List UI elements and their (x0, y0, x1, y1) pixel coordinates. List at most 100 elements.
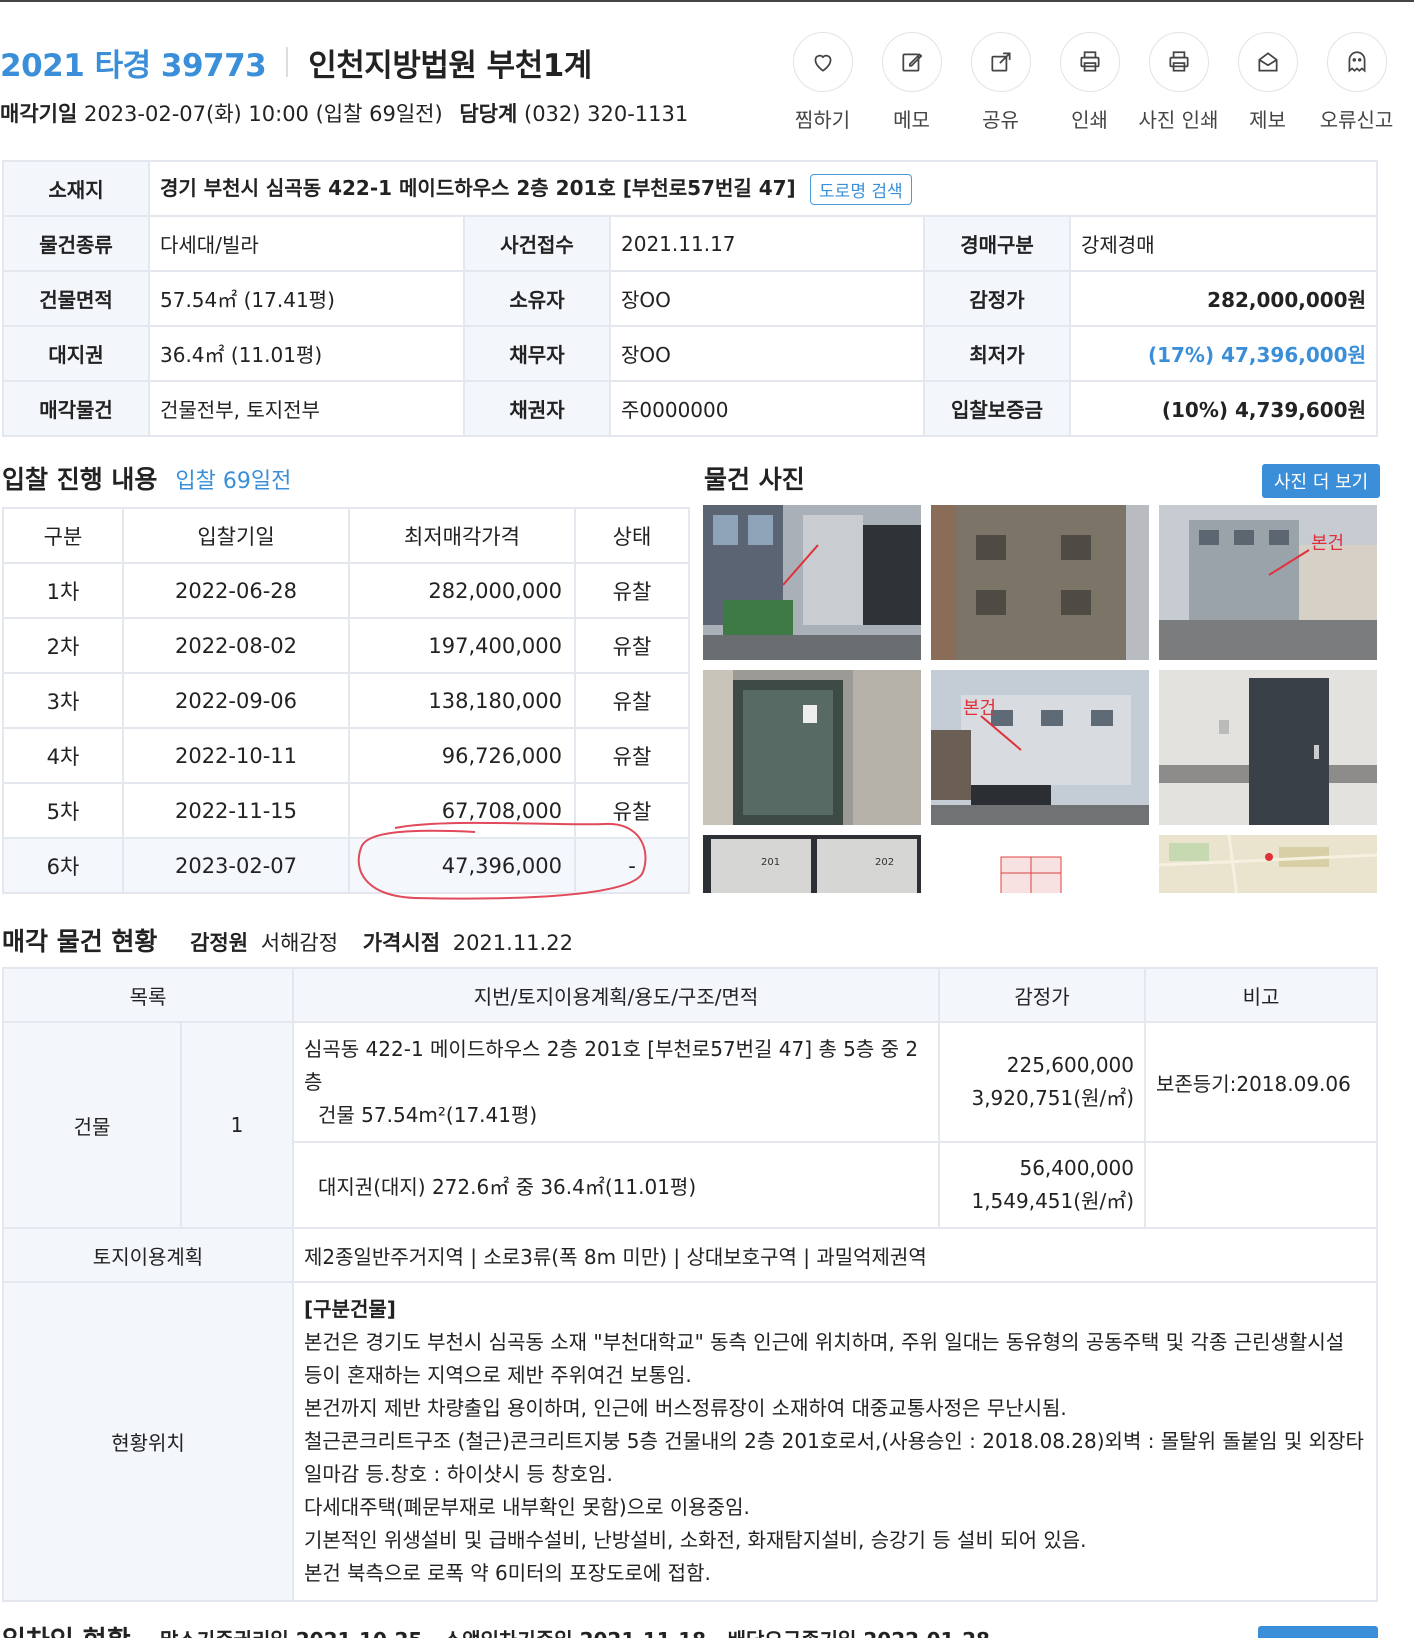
share-button[interactable]: 공유 (956, 32, 1045, 133)
appraiser-value: 서해감정 (260, 931, 339, 955)
bid-header: 최저매각가격 (348, 507, 576, 564)
building-price: 225,600,000 (1006, 1053, 1134, 1077)
bid-status: 유찰 (574, 727, 690, 784)
info-value: 다세대/빌라 (148, 215, 465, 272)
print-icon (1059, 32, 1120, 92)
bid-date: 2022-06-28 (122, 562, 350, 619)
bid-status: 유찰 (574, 672, 690, 729)
photo-thumbnail[interactable] (1159, 670, 1377, 825)
dept-label: 담당계 (459, 102, 518, 126)
bid-date: 2022-10-11 (122, 727, 350, 784)
report-label: 제보 (1249, 108, 1286, 132)
photo-thumbnail[interactable] (703, 505, 921, 660)
info-label: 대지권 (2, 325, 150, 382)
desc-line: 본건 북측으로 로폭 약 6미터의 포장도로에 접함. (304, 1561, 711, 1585)
info-value: 강제경매 (1069, 215, 1378, 272)
more-photos-button[interactable]: 사진 더 보기 (1262, 464, 1381, 498)
header-separator (286, 47, 289, 77)
error-report-button[interactable]: 오류신고 (1312, 32, 1401, 133)
info-label: 채무자 (463, 325, 611, 382)
bid-date: 2023-02-07 (122, 837, 350, 894)
price-date-label: 가격시점 (362, 931, 441, 955)
photo-tag-202: 202 (875, 857, 894, 868)
sale-status-header: 매각 물건 현황 감정원 서해감정 가격시점 2021.11.22 (2, 922, 573, 958)
photo-thumbnail-floorplan[interactable] (931, 835, 1149, 893)
photo-thumbnail[interactable]: 본건 (931, 670, 1149, 825)
location-label: 소재지 (2, 160, 150, 217)
location-cell: 경기 부천시 심곡동 422-1 메이드하우스 2층 201호 [부천로57번길… (148, 160, 1378, 217)
sale-header: 지번/토지이용계획/용도/구조/면적 (292, 967, 940, 1023)
building-desc: 심곡동 422-1 메이드하우스 2층 201호 [부천로57번길 47] 총 … (292, 1021, 940, 1143)
building-price-cell: 225,600,000 3,920,751(원/㎡) (938, 1021, 1146, 1143)
info-row: 물건종류 다세대/빌라 사건접수 2021.11.17 경매구분 강제경매 (2, 215, 1378, 272)
bid-price: 197,400,000 (348, 617, 576, 674)
land-plan-label: 토지이용계획 (2, 1227, 294, 1283)
photo-tag-main: 본건 (963, 698, 996, 719)
info-value: 36.4㎡ (11.01평) (148, 325, 465, 382)
bid-date: 2022-11-15 (122, 782, 350, 839)
heart-icon (792, 32, 853, 92)
favorite-button[interactable]: 찜하기 (778, 32, 867, 133)
print-button[interactable]: 인쇄 (1045, 32, 1134, 133)
tenant-title: 임차인 현황 (2, 1620, 131, 1638)
building-note: 보존등기:2018.09.06 (1144, 1021, 1378, 1143)
desc-line: [구분건물] (304, 1297, 396, 1321)
price-date-value: 2021.11.22 (452, 931, 573, 955)
land-plan-value: 제2종일반주거지역 | 소로3류(폭 8m 미만) | 상대보호구역 | 과밀억… (292, 1227, 1378, 1283)
memo-button[interactable]: 메모 (867, 32, 956, 133)
report-button[interactable]: 제보 (1223, 32, 1312, 133)
tenant-button[interactable] (1258, 1626, 1378, 1638)
building-row: 건물 1 심곡동 422-1 메이드하우스 2층 201호 [부천로57번길 4… (2, 1021, 1378, 1229)
bid-round: 5차 (2, 782, 124, 839)
bid-round: 2차 (2, 617, 124, 674)
photo-print-button[interactable]: 사진 인쇄 (1134, 32, 1223, 133)
building-desc-line: 심곡동 422-1 메이드하우스 2층 201호 [부천로57번길 47] 총 … (304, 1036, 919, 1094)
photo-thumbnail[interactable]: 본건 (1159, 505, 1377, 660)
info-row: 매각물건 건물전부, 토지전부 채권자 주0000000 입찰보증금 (10%)… (2, 380, 1378, 437)
photo-print-icon (1148, 32, 1209, 92)
bid-section-title: 입찰 진행 내용 입찰 69일전 (2, 460, 291, 496)
bid-round: 4차 (2, 727, 124, 784)
info-row: 대지권 36.4㎡ (11.01평) 채무자 장OO 최저가 (17%) 47,… (2, 325, 1378, 382)
info-value: 장OO (609, 270, 925, 327)
share-icon (970, 32, 1031, 92)
desc-line: 본건까지 제반 차량출입 용이하며, 인근에 버스정류장이 소재하여 대중교통사… (304, 1396, 1067, 1420)
bid-price: 96,726,000 (348, 727, 576, 784)
info-value: 주0000000 (609, 380, 925, 437)
sale-title: 매각 물건 현황 (2, 927, 158, 956)
road-search-button[interactable]: 도로명 검색 (810, 174, 912, 205)
ghost-icon (1326, 32, 1387, 92)
photo-thumbnail-map[interactable] (1159, 835, 1377, 893)
photo-tag-201: 201 (761, 857, 780, 868)
bid-header: 입찰기일 (122, 507, 350, 564)
photo-gallery: 본건 본건 201 202 (703, 505, 1378, 893)
desc-line: 본건은 경기도 부천시 심곡동 소재 "부천대학교" 동측 인근에 위치하며, … (304, 1330, 1345, 1387)
tenant-subtitle: 말소기준권리일 2021.10.25 · 소액임차기준일 2021.11.18 … (160, 1624, 990, 1638)
action-toolbar: 찜하기 메모 공유 인쇄 사진 인쇄 제보 오류신고 (778, 32, 1401, 133)
building-label: 건물 (2, 1021, 182, 1229)
bid-round: 6차 (2, 837, 124, 894)
report-icon (1237, 32, 1298, 92)
sale-info-row: 매각기일 2023-02-07(화) 10:00 (입찰 69일전) 담당계 (… (0, 98, 760, 128)
bid-row: 3차 2022-09-06 138,180,000 유찰 (2, 672, 690, 729)
info-value: 건물전부, 토지전부 (148, 380, 465, 437)
photo-thumbnail[interactable] (703, 670, 921, 825)
bid-header-row: 구분 입찰기일 최저매각가격 상태 (2, 507, 690, 564)
photo-thumbnail[interactable] (931, 505, 1149, 660)
land-price: 56,400,000 (1019, 1156, 1134, 1180)
photo-thumbnail[interactable]: 201 202 (703, 835, 921, 893)
land-note (1144, 1141, 1378, 1229)
building-area: 건물 57.54m²(17.41평) (318, 1102, 538, 1127)
info-label: 감정가 (923, 270, 1071, 327)
info-value: 2021.11.17 (609, 215, 925, 272)
desc-line: 기본적인 위생설비 및 급배수설비, 난방설비, 소화전, 화재탐지설비, 승강… (304, 1528, 1087, 1552)
desc-line: 철근콘크리트구조 (철근)콘크리트지붕 5층 건물내의 2층 201호로서,(사… (304, 1429, 1364, 1486)
location-status-desc: [구분건물] 본건은 경기도 부천시 심곡동 소재 "부천대학교" 동측 인근에… (292, 1281, 1378, 1602)
land-price-cell: 56,400,000 1,549,451(원/㎡) (938, 1141, 1146, 1229)
bid-title: 입찰 진행 내용 (2, 465, 158, 494)
bid-row: 2차 2022-08-02 197,400,000 유찰 (2, 617, 690, 674)
bid-price: 282,000,000 (348, 562, 576, 619)
info-value: 57.54㎡ (17.41평) (148, 270, 465, 327)
appraiser-label: 감정원 (190, 931, 249, 955)
info-label: 채권자 (463, 380, 611, 437)
